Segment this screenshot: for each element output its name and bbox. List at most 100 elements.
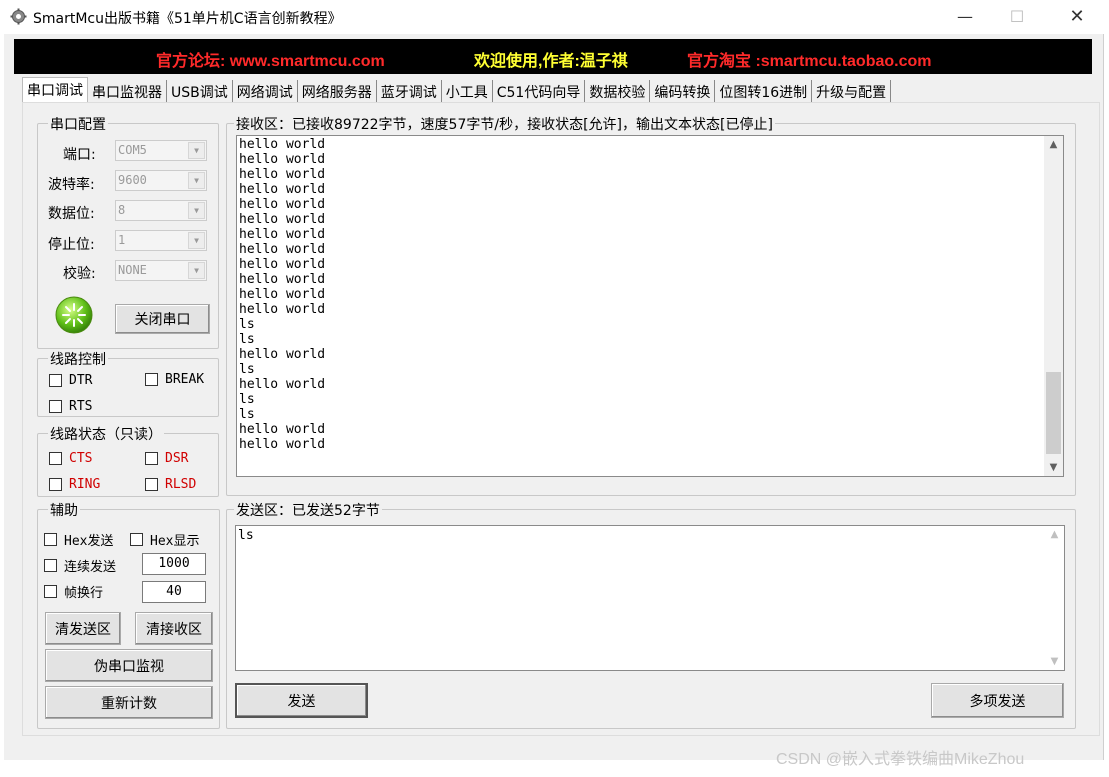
banner-forum-link[interactable]: 官方论坛: www.smartmcu.com bbox=[156, 47, 385, 71]
receive-line: hello world bbox=[239, 167, 326, 182]
maximize-button[interactable]: ☐ bbox=[994, 0, 1040, 32]
close-port-button[interactable]: 关闭串口 bbox=[115, 304, 210, 334]
cts-checkbox: CTS bbox=[49, 451, 92, 466]
tab-tools[interactable]: 小工具 bbox=[442, 80, 493, 102]
tab-bluetooth-debug[interactable]: 蓝牙调试 bbox=[377, 80, 442, 102]
frame-interval-input[interactable]: 40 bbox=[142, 581, 206, 603]
clear-receive-button[interactable]: 清接收区 bbox=[135, 612, 213, 645]
rts-checkbox[interactable]: RTS bbox=[49, 399, 92, 414]
frame-newline-checkbox[interactable]: 帧换行 bbox=[44, 582, 103, 601]
receive-line: hello world bbox=[239, 302, 326, 317]
receive-legend: 接收区：已接收89722字节，速度57字节/秒，接收状态[允许]，输出文本状态[… bbox=[234, 114, 775, 134]
line-status-group: 线路状态（只读） CTS DSR RING RLSD bbox=[37, 424, 219, 497]
receive-line: ls bbox=[239, 362, 255, 377]
checkbox-box bbox=[49, 478, 62, 491]
tab-c51-wizard[interactable]: C51代码向导 bbox=[493, 80, 586, 102]
background-right-edge bbox=[1104, 0, 1109, 777]
tab-network-server[interactable]: 网络服务器 bbox=[298, 80, 377, 102]
dtr-checkbox[interactable]: DTR bbox=[49, 373, 92, 388]
continuous-interval-input[interactable]: 1000 bbox=[142, 553, 206, 575]
receive-textarea[interactable]: hello world hello world hello world hello w… bbox=[236, 135, 1064, 477]
scroll-up-icon[interactable]: ▲ bbox=[1044, 136, 1063, 153]
dsr-checkbox: DSR bbox=[145, 451, 188, 466]
chevron-down-icon: ▼ bbox=[188, 202, 205, 219]
receive-line: hello world bbox=[239, 347, 326, 362]
multi-send-button[interactable]: 多项发送 bbox=[931, 683, 1064, 718]
checkbox-box bbox=[145, 373, 158, 386]
parity-label: 校验: bbox=[63, 266, 96, 282]
databits-label: 数据位: bbox=[48, 206, 95, 222]
line-control-legend: 线路控制 bbox=[48, 349, 108, 369]
serial-config-legend: 串口配置 bbox=[48, 114, 108, 134]
receive-line: hello world bbox=[239, 137, 326, 152]
chevron-down-icon: ▼ bbox=[188, 232, 205, 249]
send-textarea[interactable]: ls ▲ ▼ bbox=[235, 525, 1065, 671]
stopbits-select[interactable]: 1 ▼ bbox=[115, 230, 207, 251]
scroll-down-icon[interactable]: ▼ bbox=[1045, 653, 1064, 670]
chevron-down-icon: ▼ bbox=[188, 172, 205, 189]
watermark: CSDN @嵌入式拳铁编曲MikeZhou bbox=[776, 751, 1025, 768]
checkbox-box bbox=[145, 478, 158, 491]
port-select[interactable]: COM5 ▼ bbox=[115, 140, 207, 161]
receive-line: hello world bbox=[239, 257, 326, 272]
checkbox-box bbox=[49, 374, 62, 387]
receive-line: hello world bbox=[239, 287, 326, 302]
send-legend: 发送区：已发送52字节 bbox=[234, 500, 382, 520]
clear-send-button[interactable]: 清发送区 bbox=[45, 612, 121, 645]
receive-line: hello world bbox=[239, 272, 326, 287]
receive-line: hello world bbox=[239, 437, 326, 452]
scroll-thumb[interactable] bbox=[1046, 372, 1061, 454]
tab-encoding[interactable]: 编码转换 bbox=[650, 80, 716, 102]
receive-line: hello world bbox=[239, 152, 326, 167]
banner-taobao-link[interactable]: 官方淘宝 :smartmcu.taobao.com bbox=[687, 47, 932, 71]
send-text: ls bbox=[238, 528, 254, 543]
hex-send-checkbox[interactable]: Hex发送 bbox=[44, 530, 113, 549]
continuous-send-checkbox[interactable]: 连续发送 bbox=[44, 556, 116, 575]
parity-select[interactable]: NONE ▼ bbox=[115, 260, 207, 281]
serial-config-group: 串口配置 端口: COM5 ▼ 波特率: 9600 ▼ 数据位: 8 ▼ 停止位: 1… bbox=[37, 114, 219, 349]
tab-serial-debug[interactable]: 串口调试 bbox=[22, 77, 88, 102]
checkbox-box bbox=[44, 585, 57, 598]
checkbox-box bbox=[49, 400, 62, 413]
receive-line: hello world bbox=[239, 227, 326, 242]
scroll-up-icon[interactable]: ▲ bbox=[1045, 526, 1064, 543]
chevron-down-icon: ▼ bbox=[188, 142, 205, 159]
chevron-down-icon: ▼ bbox=[188, 262, 205, 279]
send-scrollbar[interactable]: ▲ ▼ bbox=[1045, 526, 1064, 670]
line-status-legend: 线路状态（只读） bbox=[48, 424, 164, 444]
line-control-group: 线路控制 DTR BREAK RTS bbox=[37, 349, 219, 417]
tab-network-debug[interactable]: 网络调试 bbox=[233, 80, 298, 102]
pseudo-monitor-button[interactable]: 伪串口监视 bbox=[45, 649, 213, 682]
send-button[interactable]: 发送 bbox=[235, 683, 368, 718]
baud-select[interactable]: 9600 ▼ bbox=[115, 170, 207, 191]
banner: 官方论坛: www.smartmcu.com 欢迎使用,作者:温子祺 官方淘宝 … bbox=[14, 39, 1092, 74]
checkbox-box bbox=[145, 452, 158, 465]
receive-line: hello world bbox=[239, 377, 326, 392]
tab-checksum[interactable]: 数据校验 bbox=[585, 80, 651, 102]
assist-group: 辅助 Hex发送 Hex显示 连续发送 1000 帧换行 40 清发送区 清接收… bbox=[37, 500, 220, 729]
tab-usb-debug[interactable]: USB调试 bbox=[167, 80, 233, 102]
banner-welcome: 欢迎使用,作者:温子祺 bbox=[474, 53, 628, 70]
databits-select[interactable]: 8 ▼ bbox=[115, 200, 207, 221]
close-button[interactable]: ✕ bbox=[1054, 0, 1100, 32]
checkbox-box bbox=[44, 533, 57, 546]
scroll-down-icon[interactable]: ▼ bbox=[1044, 459, 1063, 476]
recount-button[interactable]: 重新计数 bbox=[45, 686, 213, 719]
ring-checkbox: RING bbox=[49, 477, 100, 492]
tab-upgrade-config[interactable]: 升级与配置 bbox=[812, 80, 892, 102]
tab-content: 串口配置 端口: COM5 ▼ 波特率: 9600 ▼ 数据位: 8 ▼ 停止位: 1… bbox=[22, 102, 1100, 736]
break-checkbox[interactable]: BREAK bbox=[145, 372, 204, 387]
receive-line: ls bbox=[239, 392, 255, 407]
receive-line: hello world bbox=[239, 422, 326, 437]
checkbox-box bbox=[130, 533, 143, 546]
tab-bitmap-hex[interactable]: 位图转16进制 bbox=[715, 80, 813, 102]
port-label: 端口: bbox=[63, 147, 96, 163]
tab-serial-monitor[interactable]: 串口监视器 bbox=[88, 80, 167, 102]
receive-scrollbar[interactable]: ▲ ▼ bbox=[1044, 136, 1063, 476]
hex-display-checkbox[interactable]: Hex显示 bbox=[130, 530, 199, 549]
minimize-button[interactable]: — bbox=[942, 0, 988, 32]
app-window: SmartMcu出版书籍《51单片机C语言创新教程》 — ☐ ✕ 官方论坛: w… bbox=[4, 0, 1104, 760]
rlsd-checkbox: RLSD bbox=[145, 477, 196, 492]
port-status-led-icon bbox=[55, 296, 93, 334]
receive-text: hello world hello world hello world hello w… bbox=[239, 137, 325, 452]
